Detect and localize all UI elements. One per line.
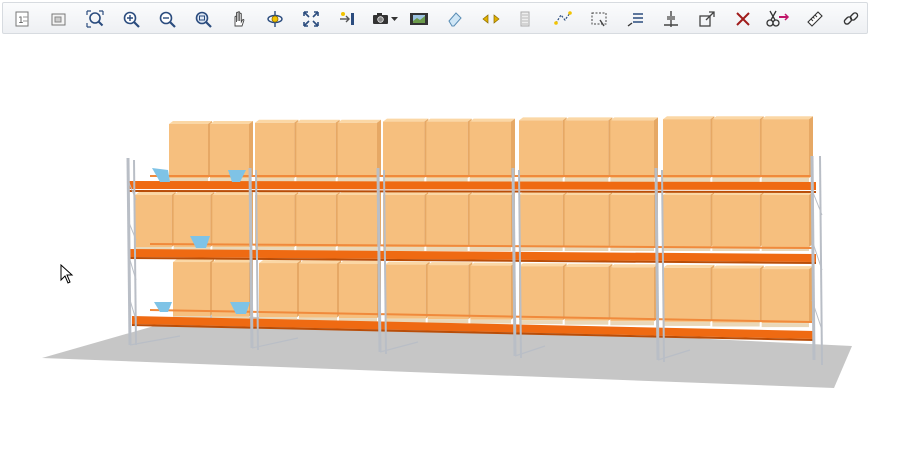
zoom-selection-button[interactable] xyxy=(47,7,71,31)
zoom-extents-button[interactable] xyxy=(83,7,107,31)
cardboard-box xyxy=(296,192,340,251)
cardboard-box xyxy=(761,192,813,251)
cardboard-box xyxy=(610,192,658,251)
insert-point-button[interactable] xyxy=(335,7,359,31)
cardboard-box xyxy=(610,264,658,326)
cardboard-box xyxy=(255,119,299,182)
cardboard-box xyxy=(712,192,764,251)
rack-scene xyxy=(42,116,852,388)
orbit-button[interactable] xyxy=(263,7,287,31)
move-button[interactable] xyxy=(479,7,503,31)
cardboard-box xyxy=(169,121,212,182)
mouse-cursor-icon xyxy=(60,264,74,284)
film-button[interactable] xyxy=(407,7,431,31)
insert-point-icon xyxy=(340,12,354,25)
cardboard-box xyxy=(564,263,613,325)
view-toolbar: 1 xyxy=(2,2,868,34)
stacked-pages-icon xyxy=(520,11,530,27)
cardboard-box xyxy=(135,192,176,251)
cardboard-box xyxy=(761,116,813,182)
cardboard-box xyxy=(663,264,715,326)
move-arrows-icon xyxy=(482,14,500,24)
cardboard-box xyxy=(564,192,613,251)
zoom-window-icon xyxy=(195,11,212,28)
film-strip-icon xyxy=(410,13,428,25)
zoom-in-button[interactable] xyxy=(119,7,143,31)
select-window-icon xyxy=(591,12,607,27)
fit-to-page-icon: 1 xyxy=(15,11,29,27)
text-annotation-icon xyxy=(627,13,643,27)
cardboard-box xyxy=(337,119,381,182)
cardboard-box xyxy=(255,192,299,251)
cut-button[interactable] xyxy=(763,7,793,31)
link-button[interactable] xyxy=(839,7,863,31)
zoom-window-button[interactable] xyxy=(191,7,215,31)
text-annotation-button[interactable] xyxy=(623,7,647,31)
cardboard-box xyxy=(712,116,764,182)
cardboard-box xyxy=(296,119,340,182)
cut-icon xyxy=(766,10,790,27)
zoom-extents-icon xyxy=(86,10,104,28)
cardboard-box xyxy=(426,192,472,251)
cardboard-box xyxy=(426,118,472,182)
cardboard-box xyxy=(469,118,515,182)
cardboard-box xyxy=(337,192,381,251)
cardboard-box xyxy=(712,265,764,327)
camera-menu-button[interactable] xyxy=(369,7,401,31)
cardboard-box xyxy=(610,117,658,182)
cardboard-box xyxy=(383,118,429,182)
fit-view-button[interactable] xyxy=(299,7,323,31)
eraser-icon xyxy=(448,12,462,27)
delete-button[interactable] xyxy=(731,7,755,31)
fit-view-icon xyxy=(303,11,319,27)
fit-to-page-button[interactable]: 1 xyxy=(11,7,35,31)
scale-icon xyxy=(699,11,715,27)
scale-button[interactable] xyxy=(695,7,719,31)
link-icon xyxy=(843,12,859,25)
measure-button[interactable] xyxy=(803,7,827,31)
delete-icon xyxy=(736,12,750,26)
cardboard-box xyxy=(519,263,567,325)
box-row-top xyxy=(169,116,813,182)
zoom-in-icon xyxy=(123,11,140,28)
cardboard-box xyxy=(663,192,715,251)
align-button[interactable] xyxy=(659,7,683,31)
3d-viewport[interactable] xyxy=(0,36,918,450)
cardboard-box xyxy=(212,192,253,251)
svg-text:1: 1 xyxy=(18,16,24,26)
pan-button[interactable] xyxy=(227,7,251,31)
select-polygon-icon xyxy=(554,11,572,25)
zoom-out-icon xyxy=(159,11,176,28)
select-window-button[interactable] xyxy=(587,7,611,31)
cardboard-box xyxy=(427,262,473,324)
select-polygon-button[interactable] xyxy=(551,7,575,31)
cardboard-box xyxy=(761,266,813,328)
cardboard-box xyxy=(663,116,715,182)
cardboard-box xyxy=(564,117,613,182)
pan-hand-icon xyxy=(234,11,245,27)
orbit-rotate-icon xyxy=(267,11,283,27)
camera-icon xyxy=(373,13,398,24)
cardboard-box xyxy=(383,192,429,251)
box-row-middle xyxy=(135,192,813,251)
measure-icon xyxy=(807,11,823,27)
zoom-selection-icon xyxy=(51,13,66,26)
cardboard-box xyxy=(469,192,515,251)
cardboard-box xyxy=(519,117,567,182)
cardboard-box xyxy=(519,192,567,251)
cardboard-box xyxy=(470,262,515,324)
stacked-pages-button[interactable] xyxy=(513,7,537,31)
align-icon xyxy=(664,11,678,27)
zoom-out-button[interactable] xyxy=(155,7,179,31)
eraser-button[interactable] xyxy=(443,7,467,31)
